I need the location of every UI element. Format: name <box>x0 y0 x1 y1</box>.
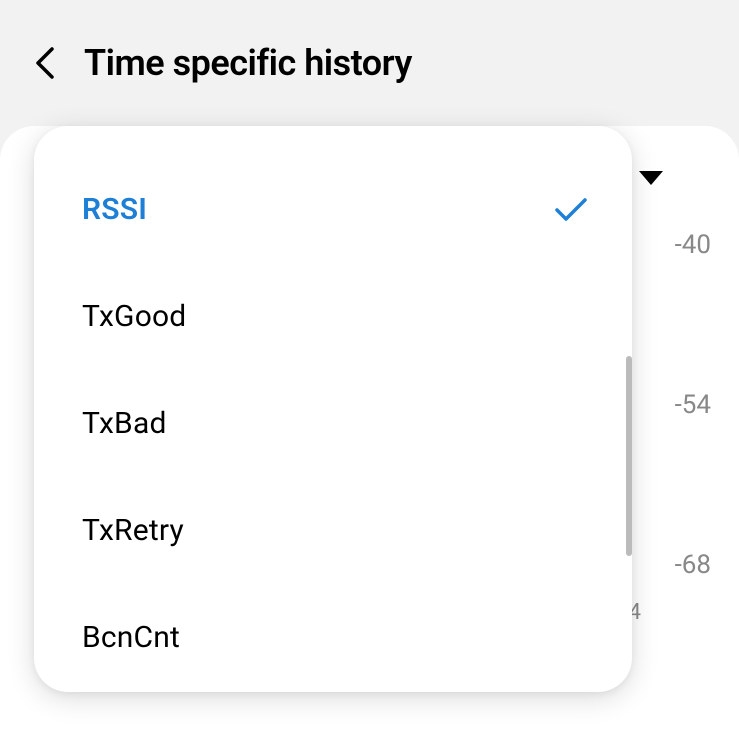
menu-item-txgood[interactable]: TxGood <box>34 263 632 370</box>
axis-label: -40 <box>675 230 711 260</box>
menu-item-label: TxBad <box>82 406 167 441</box>
menu-item-label: RSSI <box>82 192 147 227</box>
menu-item-label: TxGood <box>82 299 186 334</box>
axis-label: -68 <box>675 550 711 580</box>
dropdown-menu: RSSI TxGood TxBad TxRetry BcnCnt <box>34 126 632 692</box>
axis-label: -54 <box>675 390 711 420</box>
page-title: Time specific history <box>84 42 412 84</box>
menu-item-rssi[interactable]: RSSI <box>34 156 632 263</box>
header: Time specific history <box>0 0 739 114</box>
menu-item-txbad[interactable]: TxBad <box>34 370 632 477</box>
menu-item-label: TxRetry <box>82 513 184 548</box>
menu-item-bcncnt[interactable]: BcnCnt <box>34 584 632 691</box>
menu-item-txretry[interactable]: TxRetry <box>34 477 632 584</box>
dropdown-caret-icon[interactable] <box>639 170 663 189</box>
menu-item-label: BcnCnt <box>82 620 180 655</box>
back-icon[interactable] <box>30 48 60 78</box>
check-icon <box>554 193 588 227</box>
scrollbar-indicator[interactable] <box>626 356 632 556</box>
axis-labels: -40 -54 -68 <box>675 230 711 580</box>
